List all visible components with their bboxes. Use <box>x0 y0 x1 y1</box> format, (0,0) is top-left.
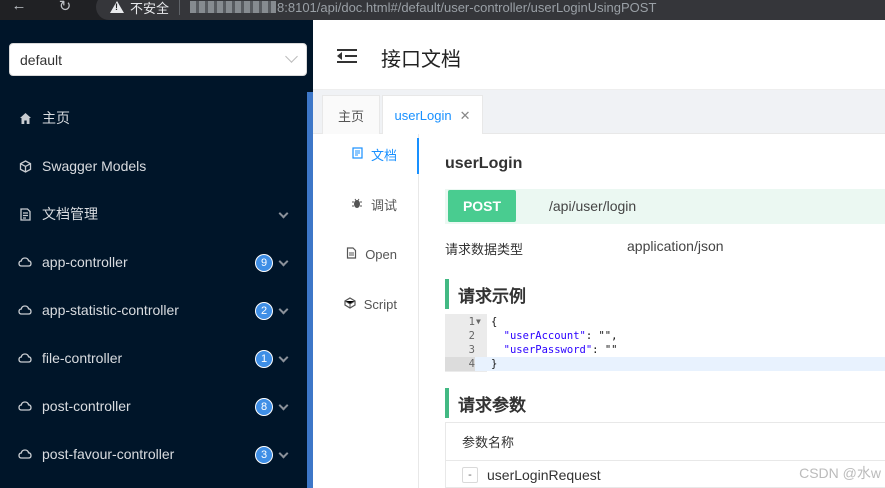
sidebar-item-label: app-statistic-controller <box>42 302 179 318</box>
count-badge: 9 <box>255 254 273 272</box>
request-params-heading: 请求参数 <box>445 388 526 418</box>
request-type-label: 请求数据类型 <box>445 242 524 257</box>
cloud-icon <box>18 399 32 413</box>
chevron-down-icon <box>278 256 289 267</box>
doc-view-nav: 文档 调试 Open Script <box>313 134 419 488</box>
request-example-heading: 请求示例 <box>445 279 526 309</box>
blurred-host <box>190 1 277 13</box>
collapse-toggle[interactable]: - <box>462 467 478 483</box>
cloud-icon <box>18 351 32 365</box>
doc-content: userLogin POST /api/user/login 请求数据类型 ap… <box>420 134 885 488</box>
sidebar-item-label: 文档管理 <box>42 206 98 222</box>
sidebar: default 主页 Swagger Models 文档管理 app-contr… <box>0 20 313 488</box>
code-line: 2 "userAccount": "", <box>468 330 618 342</box>
menu-collapse-icon[interactable] <box>337 49 357 63</box>
address-bar[interactable]: 不安全 8:8101/api/doc.html#/default/user-co… <box>96 0 885 20</box>
nav-script[interactable]: Script <box>313 284 419 324</box>
tab-userlogin[interactable]: userLogin ✕ <box>382 95 483 135</box>
tab-bar: 主页 userLogin ✕ <box>313 90 885 135</box>
nav-debug[interactable]: 调试 <box>313 184 419 224</box>
group-select-value: default <box>20 51 63 68</box>
close-icon[interactable]: ✕ <box>460 108 471 124</box>
code-line: 1 ▼ { <box>468 316 498 328</box>
document-icon <box>352 146 363 162</box>
browser-toolbar: ← ↻ 不安全 8:8101/api/doc.html#/default/use… <box>0 0 885 20</box>
reload-icon[interactable]: ↻ <box>52 0 78 15</box>
group-select[interactable]: default <box>9 43 307 76</box>
address-separator <box>179 0 181 15</box>
sidebar-item-home[interactable]: 主页 <box>0 94 300 142</box>
document-icon <box>18 207 32 221</box>
nav-label: Open <box>365 246 397 262</box>
sidebar-item-post-favour-controller[interactable]: post-favour-controller 3 <box>0 430 300 478</box>
sidebar-item-label: app-controller <box>42 254 128 270</box>
count-badge: 3 <box>255 446 273 464</box>
param-name: userLoginRequest <box>487 467 601 483</box>
sidebar-item-label: 主页 <box>42 110 70 126</box>
url-text: 8:8101/api/doc.html#/default/user-contro… <box>277 0 657 15</box>
sidebar-item-label: file-controller <box>42 350 123 366</box>
nav-label: 文档 <box>370 147 397 163</box>
nav-document[interactable]: 文档 <box>313 134 419 174</box>
home-icon <box>18 111 32 125</box>
file-icon <box>346 246 357 262</box>
sidebar-item-post-controller[interactable]: post-controller 8 <box>0 382 300 430</box>
tab-home[interactable]: 主页 <box>322 95 380 134</box>
endpoint-bar: POST /api/user/login <box>445 189 885 224</box>
sidebar-item-label: Swagger Models <box>42 158 147 174</box>
http-method-badge: POST <box>448 190 516 222</box>
tab-label: 主页 <box>337 108 364 124</box>
arrow-left-icon[interactable]: ← <box>6 0 32 14</box>
warning-icon <box>110 0 124 14</box>
operation-title: userLogin <box>445 155 523 172</box>
tab-label: userLogin <box>394 108 452 123</box>
request-example-editor[interactable]: 1 ▼ { 2 "userAccount": "", 3 "userPasswo… <box>445 314 885 372</box>
chevron-down-icon <box>278 448 289 459</box>
fold-arrow-icon: ▼ <box>476 317 481 326</box>
chevron-down-icon <box>278 208 289 219</box>
cloud-icon <box>18 447 32 461</box>
page-header: 接口文档 <box>313 20 885 90</box>
page-title: 接口文档 <box>381 49 461 71</box>
count-badge: 2 <box>255 302 273 320</box>
cloud-icon <box>18 255 32 269</box>
count-badge: 1 <box>255 350 273 368</box>
code-line-active: 4 } <box>445 357 885 371</box>
sidebar-item-app-controller[interactable]: app-controller 9 <box>0 238 300 286</box>
security-label: 不安全 <box>130 0 170 16</box>
code-line: 3 "userPassword": "" <box>468 344 618 356</box>
endpoint-path: /api/user/login <box>549 198 637 214</box>
bug-icon <box>351 197 363 212</box>
nav-label: Script <box>363 296 397 312</box>
code-icon <box>344 296 356 312</box>
cloud-icon <box>18 303 32 317</box>
sidebar-item-doc-management[interactable]: 文档管理 <box>0 190 300 238</box>
chevron-down-icon <box>278 352 289 363</box>
params-column-header: 参数名称 <box>446 423 885 461</box>
nav-label: 调试 <box>370 197 397 213</box>
request-type-value: application/json <box>627 238 724 254</box>
nav-open[interactable]: Open <box>313 234 419 274</box>
chevron-down-icon <box>285 50 298 63</box>
sidebar-item-label: post-favour-controller <box>42 446 175 462</box>
sidebar-item-label: post-controller <box>42 398 131 414</box>
watermark: CSDN @水w <box>799 465 881 481</box>
chevron-down-icon <box>278 304 289 315</box>
sidebar-item-app-statistic-controller[interactable]: app-statistic-controller 2 <box>0 286 300 334</box>
sidebar-item-swagger-models[interactable]: Swagger Models <box>0 142 300 190</box>
chevron-down-icon <box>278 400 289 411</box>
cube-icon <box>18 159 32 173</box>
sidebar-item-file-controller[interactable]: file-controller 1 <box>0 334 300 382</box>
count-badge: 8 <box>255 398 273 416</box>
